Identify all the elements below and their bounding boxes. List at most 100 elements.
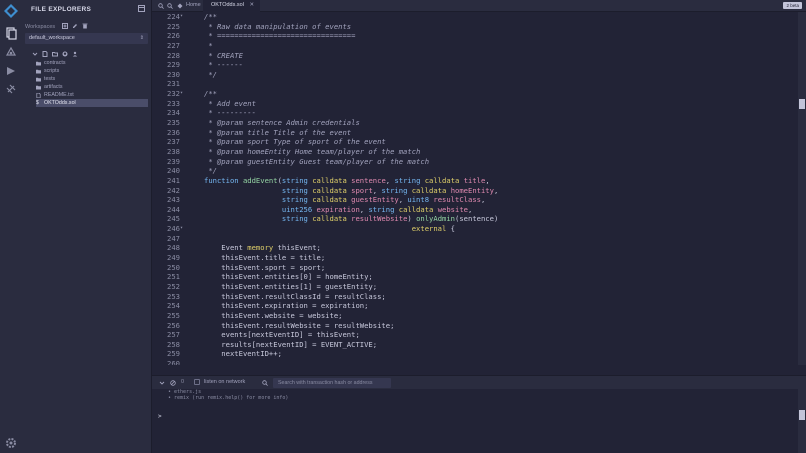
code-text: */ — [204, 70, 217, 80]
tree-item-label: tests — [44, 76, 56, 82]
line-number: 259 — [167, 349, 180, 359]
code-line: 229 * ------ — [152, 60, 797, 70]
code-token: * @param sport Type of sport of the even… — [204, 137, 386, 147]
code-token: uint8 — [407, 195, 434, 205]
transaction-search-input[interactable]: Search with transaction hash or address — [273, 378, 391, 388]
github-icon[interactable] — [62, 51, 68, 57]
close-tab-icon[interactable]: ✕ — [249, 2, 254, 8]
code-token: string — [281, 175, 313, 185]
code-token: thisEvent.entities[1] = guestEntity; — [204, 281, 378, 291]
code-line: 259 nextEventID++; — [152, 349, 797, 359]
remix-logo-icon[interactable] — [3, 3, 19, 19]
workspace-select[interactable]: default_workspace ⇕ — [25, 33, 148, 44]
tab-oktodds-sol[interactable]: OKTOdds.sol ✕ — [203, 0, 261, 12]
code-token: thisEvent; — [277, 243, 321, 253]
tree-folder-artifacts[interactable]: artifacts — [36, 83, 148, 91]
zoom-out-icon[interactable] — [167, 3, 173, 9]
code-text: * @param sentence Admin credentials — [204, 118, 359, 128]
terminal-output[interactable]: • ethers.js • remix (run remix.help() fo… — [152, 389, 806, 453]
code-editor[interactable]: 224 ▾/** 225 * Raw data manipulation of ev… — [152, 12, 806, 365]
new-folder-icon[interactable] — [52, 51, 58, 57]
code-token: */ — [204, 166, 217, 176]
tree-folder-tests[interactable]: tests — [36, 75, 148, 83]
code-token: calldata — [411, 185, 451, 195]
deploy-icon[interactable] — [4, 64, 18, 78]
code-text: * Raw data manipulation of events — [204, 22, 351, 32]
tree-item-label: artifacts — [44, 84, 63, 90]
line-number: 237 — [167, 137, 180, 147]
new-file-icon[interactable] — [42, 51, 48, 57]
code-text: * @param homeEntity Home team/player of … — [204, 147, 420, 157]
panel-menu-icon[interactable] — [138, 5, 145, 12]
home-remix-icon[interactable] — [177, 3, 183, 9]
tree-folder-contracts[interactable]: contracts — [36, 59, 148, 67]
beta-badge[interactable]: 2 beta — [783, 2, 802, 9]
listen-network-checkbox[interactable] — [194, 379, 200, 385]
workspace-actions — [62, 23, 88, 29]
terminal-scrollbar[interactable] — [798, 389, 806, 453]
terminal-scroll-thumb[interactable] — [799, 410, 805, 420]
code-token: thisEvent.expiration = expiration; — [204, 301, 369, 311]
code-lines: 224 ▾/** 225 * Raw data manipulation of ev… — [152, 12, 797, 365]
tree-file-oktodds[interactable]: $ OKTOdds.sol — [36, 99, 148, 107]
code-text: thisEvent.entities[1] = guestEntity; — [204, 282, 377, 292]
search-icon — [262, 380, 268, 386]
code-token: * @param title Title of the event — [204, 127, 352, 137]
code-token: /** — [204, 12, 217, 21]
line-number: 225 — [167, 21, 180, 31]
code-line: 241 function addEvent(string calldata sen… — [152, 176, 797, 186]
line-number: 236 — [167, 127, 180, 137]
code-text: * ================================ — [204, 31, 355, 41]
panel-title: FILE EXPLORERS — [31, 6, 92, 13]
zoom-in-icon[interactable] — [158, 3, 164, 9]
code-text: thisEvent.title = title; — [204, 253, 325, 263]
code-token: results[nextEventID] = EVENT_ACTIVE; — [204, 339, 378, 349]
code-token: calldata — [424, 175, 464, 185]
line-number: 246 — [167, 224, 180, 234]
code-token: calldata — [398, 204, 438, 214]
collapse-terminal-icon[interactable] — [159, 380, 165, 386]
collapse-chevron-icon[interactable] — [32, 51, 38, 57]
terminal-prompt[interactable]: > — [158, 413, 162, 420]
editor-scroll-thumb[interactable] — [799, 99, 805, 109]
clear-console-icon[interactable] — [170, 380, 176, 386]
code-token: * @param guestEntity Guest team/player o… — [204, 156, 430, 166]
line-number: 244 — [167, 204, 180, 214]
editor-scrollbar[interactable] — [798, 12, 806, 365]
code-token: addEvent — [242, 175, 278, 185]
code-token: string — [281, 195, 313, 205]
code-text: function addEvent(string calldata senten… — [204, 176, 490, 186]
add-workspace-icon[interactable] — [62, 23, 68, 29]
tree-actions — [32, 51, 78, 57]
line-number: 247 — [167, 233, 180, 243]
code-token: thisEvent.website = website; — [204, 310, 343, 320]
code-text: string calldata resultWebsite) onlyAdmin… — [204, 214, 498, 224]
plugin-icon[interactable] — [4, 82, 18, 96]
compiler-icon[interactable] — [4, 45, 18, 59]
rename-workspace-icon[interactable] — [72, 23, 78, 29]
file-tree: contracts scripts tests artifacts README… — [36, 59, 148, 107]
code-text: /** — [204, 12, 217, 22]
code-text: thisEvent.resultWebsite = resultWebsite; — [204, 321, 394, 331]
code-line: 227 * — [152, 41, 797, 51]
fold-chevron-icon[interactable]: ▾ — [180, 89, 186, 99]
file-explorer-icon[interactable] — [4, 26, 18, 40]
fold-chevron-icon[interactable]: ▾ — [180, 12, 186, 22]
code-token: thisEvent.entities[0] = homeEntity; — [204, 272, 373, 282]
settings-gear-icon[interactable] — [4, 436, 18, 450]
code-line: 255 thisEvent.website = website; — [152, 311, 797, 321]
code-text: external { — [204, 224, 455, 234]
tab-label: OKTOdds.sol — [211, 2, 244, 8]
tree-item-label: scripts — [44, 68, 60, 74]
upload-icon[interactable] — [72, 51, 78, 57]
delete-workspace-icon[interactable] — [82, 23, 88, 29]
code-token: calldata — [312, 185, 352, 195]
fold-chevron-icon[interactable]: ▾ — [180, 224, 186, 234]
tree-folder-scripts[interactable]: scripts — [36, 67, 148, 75]
line-number: 253 — [167, 291, 180, 301]
code-line: 235 * @param sentence Admin credentials — [152, 118, 797, 128]
tab-home[interactable]: Home — [186, 2, 201, 8]
tree-file-readme[interactable]: README.txt — [36, 91, 148, 99]
code-line: 240 */ — [152, 166, 797, 176]
